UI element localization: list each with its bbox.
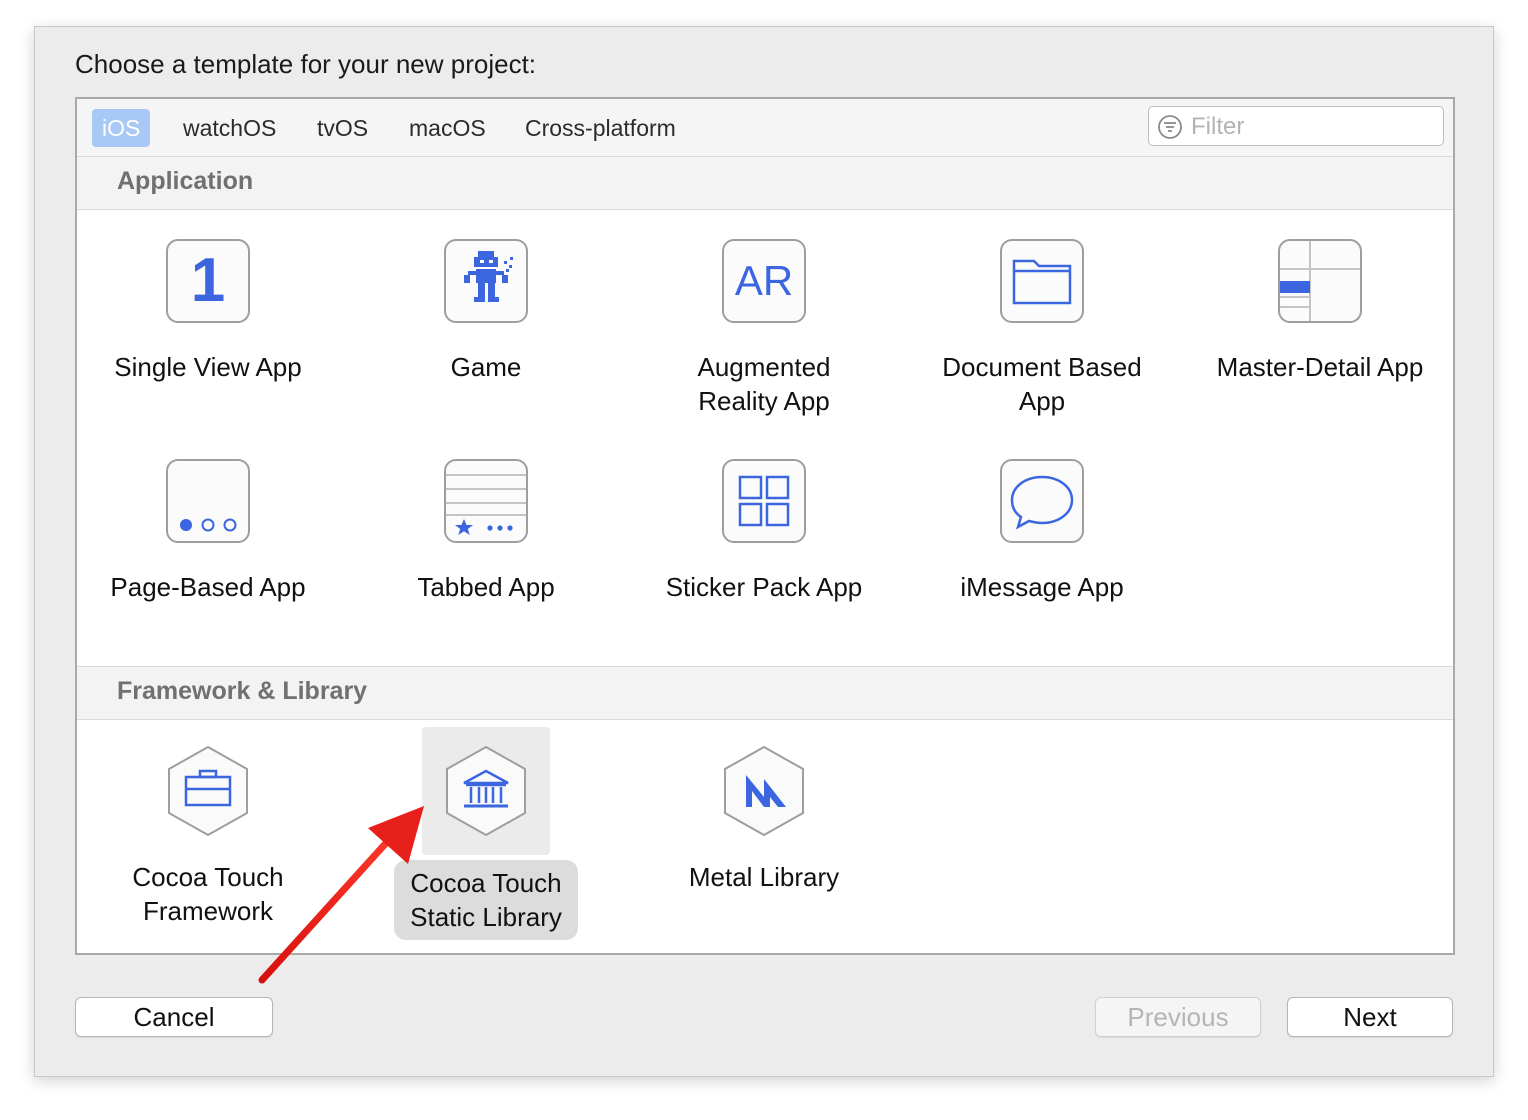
single-view-icon: 1	[166, 239, 250, 323]
tab-watchos[interactable]: watchOS	[173, 109, 286, 147]
sticker-grid-icon	[722, 459, 806, 543]
master-detail-icon	[1278, 239, 1362, 323]
tab-tvos[interactable]: tvOS	[307, 109, 378, 147]
tab-macos[interactable]: macOS	[399, 109, 496, 147]
filter-input[interactable]	[1189, 109, 1433, 145]
filter-icon	[1158, 115, 1182, 139]
page-dots-icon	[166, 459, 250, 543]
game-icon	[444, 239, 528, 323]
section-header-framework-library: Framework & Library	[77, 666, 1453, 720]
next-button[interactable]: Next	[1287, 997, 1453, 1037]
previous-button[interactable]: Previous	[1095, 997, 1261, 1037]
folder-icon	[1000, 239, 1084, 323]
tab-ios[interactable]: iOS	[92, 109, 151, 147]
dialog-heading: Choose a template for your new project:	[75, 49, 537, 79]
ar-icon: AR	[722, 239, 806, 323]
tab-bar-icon	[444, 459, 528, 543]
metal-icon	[724, 745, 804, 837]
message-bubble-icon	[1000, 459, 1084, 543]
tab-cross-platform[interactable]: Cross-platform	[515, 109, 686, 147]
new-project-dialog: Choose a template for your new project: …	[34, 26, 1494, 1077]
library-building-icon	[446, 745, 526, 837]
platform-tab-bar: iOS watchOS tvOS macOS Cross-platform	[77, 99, 1453, 157]
toolbox-icon	[168, 745, 248, 837]
section-title: Framework & Library	[117, 677, 368, 705]
section-header-application: Application	[77, 156, 1453, 210]
cancel-button[interactable]: Cancel	[75, 997, 273, 1037]
template-panel: iOS watchOS tvOS macOS Cross-platform Ap…	[75, 97, 1455, 955]
section-title: Application	[117, 167, 254, 195]
filter-field[interactable]	[1148, 106, 1444, 146]
